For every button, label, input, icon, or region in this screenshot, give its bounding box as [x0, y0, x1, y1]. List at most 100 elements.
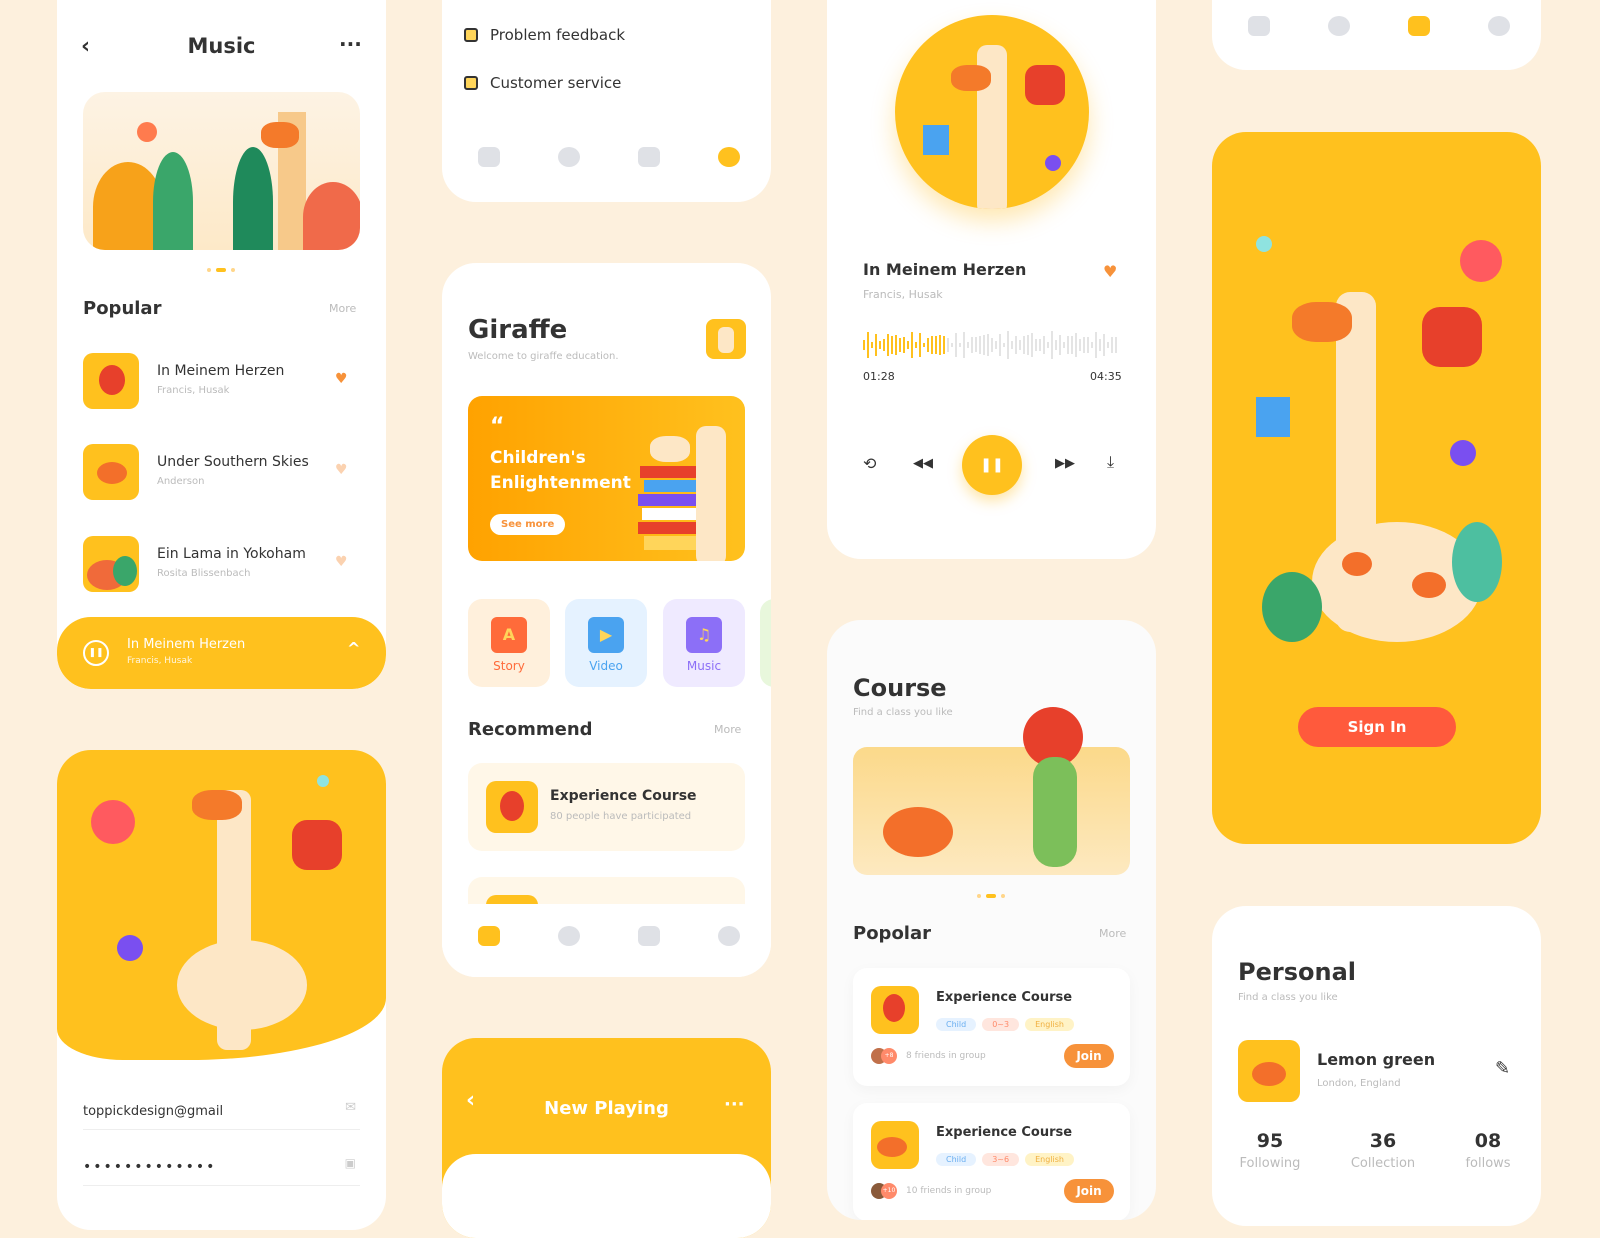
popular-heading: Popolar: [853, 923, 932, 944]
home-icon[interactable]: [1248, 16, 1270, 36]
waveform-bar: [1087, 337, 1089, 353]
stat-collection[interactable]: 36 Collection: [1328, 1130, 1438, 1171]
song-item[interactable]: Under Southern Skies Anderson ♥: [83, 444, 363, 504]
now-playing-artist: Francis, Husak: [127, 656, 193, 666]
song-item[interactable]: Ein Lama in Yokoham Rosita Blissenbach ♥: [83, 536, 363, 596]
course-cover: [871, 1121, 919, 1169]
stat-following[interactable]: 95 Following: [1212, 1130, 1328, 1171]
tag: Child: [936, 1018, 977, 1031]
waveform-bar: [955, 333, 957, 357]
sign-in-button[interactable]: Sign In: [1298, 707, 1456, 747]
course-card[interactable]: Experience Course Child 0~3 English +8 8 f…: [853, 968, 1130, 1086]
popular-heading: Popular: [83, 298, 162, 319]
album-art: [895, 15, 1089, 209]
planet-icon[interactable]: [558, 926, 580, 946]
tag-list: Child 0~3 English: [936, 1012, 1080, 1031]
song-artist: Rosita Blissenbach: [157, 568, 251, 579]
pause-button[interactable]: ❚❚: [962, 435, 1022, 495]
avatar[interactable]: [1238, 1040, 1300, 1102]
repeat-icon[interactable]: ⟲: [863, 454, 876, 473]
waveform-progress[interactable]: [863, 330, 1121, 360]
category-music[interactable]: ♫ Music: [663, 599, 745, 687]
join-button[interactable]: Join: [1064, 1179, 1114, 1203]
download-icon[interactable]: ⤓: [1107, 452, 1114, 472]
profile-icon[interactable]: [1488, 16, 1510, 36]
mail-icon: ✉: [345, 1100, 356, 1115]
more-link[interactable]: More: [1099, 927, 1126, 940]
password-field[interactable]: ••••••••••••• ▣: [83, 1156, 360, 1186]
category-partial[interactable]: [760, 599, 771, 687]
category-label: Story: [493, 659, 525, 673]
song-cover: [83, 536, 139, 592]
profile-icon[interactable]: [718, 926, 740, 946]
heart-icon[interactable]: ♥: [335, 462, 348, 478]
giraffe-home-screen: Giraffe Welcome to giraffe education. “ …: [442, 263, 771, 977]
planet-icon[interactable]: [558, 147, 580, 167]
more-link[interactable]: More: [714, 723, 741, 736]
more-icon[interactable]: ···: [339, 32, 362, 56]
app-subtitle: Welcome to giraffe education.: [468, 351, 619, 362]
stat-follows[interactable]: 08 follows: [1438, 1130, 1538, 1171]
page-title: New Playing: [544, 1098, 669, 1119]
course-cover: [871, 986, 919, 1034]
more-icon[interactable]: ···: [724, 1094, 745, 1115]
total-time: 04:35: [1090, 370, 1122, 383]
category-video[interactable]: ▶ Video: [565, 599, 647, 687]
see-more-button[interactable]: See more: [490, 514, 566, 535]
waveform-bar: [1079, 338, 1081, 352]
heart-icon[interactable]: ♥: [1103, 262, 1117, 281]
song-title: In Meinem Herzen: [157, 363, 285, 379]
waveform-bar: [891, 335, 893, 355]
waveform-bar: [1051, 331, 1053, 359]
mini-player[interactable]: ❚❚ In Meinem Herzen Francis, Husak ^: [57, 617, 386, 689]
folder-star-icon[interactable]: [1408, 16, 1430, 36]
waveform-bar: [1063, 341, 1065, 349]
course-card[interactable]: Experience Course Child 3~6 English +10 10…: [853, 1103, 1130, 1220]
course-title: Experience Course: [936, 1125, 1073, 1140]
category-story[interactable]: A Story: [468, 599, 550, 687]
join-button[interactable]: Join: [1064, 1044, 1114, 1068]
menu-item-problem-feedback[interactable]: Problem feedback: [464, 26, 625, 44]
course-cover: [486, 781, 538, 833]
menu-label: Customer service: [490, 74, 622, 92]
friend-count-badge: +10: [881, 1183, 897, 1199]
home-icon[interactable]: [478, 147, 500, 167]
menu-item-customer-service[interactable]: Customer service: [464, 74, 621, 92]
tag: 0~3: [982, 1018, 1020, 1031]
waveform-bar: [895, 335, 897, 355]
folder-star-icon[interactable]: [638, 147, 660, 167]
song-artist: Francis, Husak: [157, 385, 230, 396]
music-screen: ‹ Music ··· Popular More In Meinem Herze…: [57, 0, 386, 689]
waveform-bar: [863, 340, 865, 350]
waveform-bar: [1047, 342, 1049, 348]
home-icon[interactable]: [478, 926, 500, 946]
settings-menu-screen: Problem feedback Customer service: [442, 0, 771, 202]
email-field[interactable]: toppickdesign@gmail ✉: [83, 1100, 360, 1130]
page-title: Personal: [1238, 958, 1356, 986]
song-item[interactable]: In Meinem Herzen Francis, Husak ♥: [83, 353, 363, 413]
previous-icon[interactable]: ◀◀: [913, 456, 933, 471]
elapsed-time: 01:28: [863, 370, 895, 383]
waveform-bar: [1035, 338, 1037, 352]
more-link[interactable]: More: [329, 302, 356, 315]
edit-icon[interactable]: ✎: [1495, 1058, 1510, 1079]
heart-icon[interactable]: ♥: [335, 554, 348, 570]
banner[interactable]: “ Children's Enlightenment See more: [468, 396, 745, 561]
profile-icon[interactable]: [718, 147, 740, 167]
friends-text: 10 friends in group: [906, 1186, 992, 1196]
pause-icon[interactable]: ❚❚: [83, 640, 109, 666]
signin-screen: Sign In: [1212, 132, 1541, 844]
stat-label: Collection: [1350, 1156, 1416, 1171]
chevron-up-icon[interactable]: ^: [347, 639, 360, 658]
giraffe-logo: [706, 319, 746, 359]
heart-icon[interactable]: ♥: [335, 371, 348, 387]
folder-star-icon[interactable]: [638, 926, 660, 946]
tag: 3~6: [982, 1153, 1020, 1166]
course-illustration[interactable]: [853, 707, 1130, 875]
page-title: Music: [187, 34, 256, 58]
service-icon: [464, 76, 478, 90]
recommend-course-card[interactable]: Experience Course 80 people have partici…: [468, 763, 745, 851]
next-icon[interactable]: ▶▶: [1055, 456, 1075, 471]
planet-icon[interactable]: [1328, 16, 1350, 36]
waveform-bar: [1023, 336, 1025, 354]
